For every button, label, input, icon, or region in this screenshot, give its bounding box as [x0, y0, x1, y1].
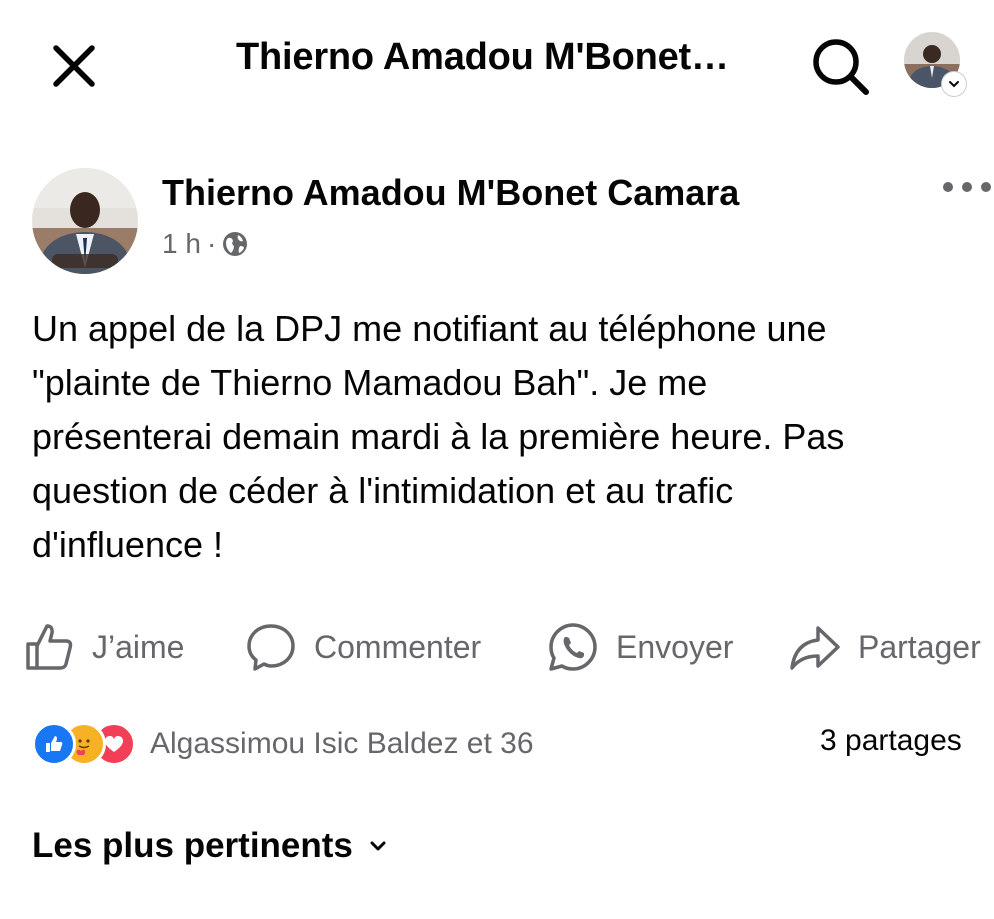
- whatsapp-icon: [549, 623, 597, 671]
- reactions-summary[interactable]: Algassimou Isic Baldez et 36: [32, 718, 534, 770]
- search-icon: [813, 39, 869, 95]
- chevron-down-icon: [949, 81, 959, 88]
- post-meta: 1 h ·: [162, 228, 248, 260]
- post-text-line: d'influence !: [32, 524, 224, 565]
- meta-separator: ·: [206, 228, 217, 259]
- close-button[interactable]: [44, 36, 104, 96]
- post-text-line: présenterai demain mardi à la première h…: [32, 416, 845, 457]
- author-name[interactable]: Thierno Amadou M'Bonet Camara: [162, 172, 739, 214]
- author-avatar[interactable]: [32, 168, 138, 274]
- page-title: Thierno Amadou M'Bonet…: [236, 36, 729, 78]
- chevron-down-badge: [942, 72, 966, 96]
- close-icon: [53, 45, 95, 87]
- share-label: Partager: [858, 628, 981, 665]
- sort-label: Les plus pertinents: [32, 826, 353, 865]
- comment-bubble-icon: [247, 624, 295, 671]
- post-text-line: Un appel de la DPJ me notifiant au télép…: [32, 308, 827, 349]
- search-button[interactable]: [808, 34, 872, 98]
- like-label: J’aime: [92, 628, 185, 665]
- profile-menu-button[interactable]: [900, 28, 972, 100]
- reaction-names: Algassimou Isic Baldez et 36: [150, 727, 534, 760]
- avatar: [32, 168, 138, 274]
- post-text: Un appel de la DPJ me notifiant au télép…: [32, 302, 982, 572]
- thumbs-up-icon: [26, 624, 73, 670]
- like-button[interactable]: J’aime: [22, 620, 184, 674]
- send-label: Envoyer: [616, 628, 734, 665]
- more-dots-icon: [943, 182, 991, 192]
- comment-button[interactable]: Commenter: [244, 620, 481, 674]
- chevron-down-icon: [370, 841, 386, 851]
- like-reaction-icon: [32, 722, 76, 766]
- globe-icon: [223, 232, 248, 256]
- share-arrow-icon: [790, 626, 840, 670]
- more-options-button[interactable]: [940, 172, 994, 202]
- sort-comments-button[interactable]: Les plus pertinents: [32, 826, 389, 866]
- share-button[interactable]: Partager: [788, 620, 981, 674]
- post-text-line: question de céder à l'intimidation et au…: [32, 470, 734, 511]
- send-button[interactable]: Envoyer: [546, 620, 733, 674]
- post-text-line: "plainte de Thierno Mamadou Bah". Je me: [32, 362, 708, 403]
- post-time[interactable]: 1 h: [162, 228, 201, 260]
- shares-count[interactable]: 3 partages: [820, 724, 962, 758]
- comment-label: Commenter: [314, 628, 482, 665]
